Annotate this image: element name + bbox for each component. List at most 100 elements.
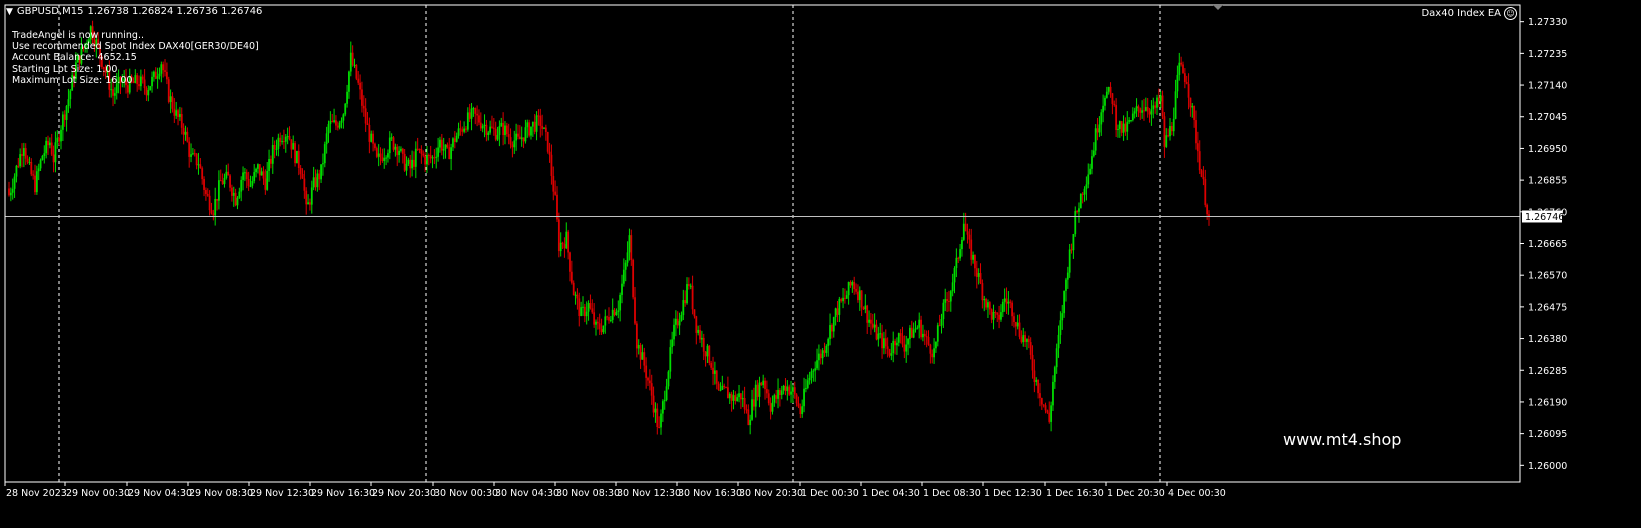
y-tick-label: 1.26665 xyxy=(1528,239,1567,250)
candle-body xyxy=(598,323,601,330)
chart-title: ▼ GBPUSD,M15 1.26738 1.26824 1.26736 1.2… xyxy=(6,6,262,17)
candle-body xyxy=(866,305,869,323)
candle-body xyxy=(355,64,358,79)
candle-body xyxy=(188,141,191,157)
candle-body xyxy=(1061,313,1064,321)
candle-body xyxy=(857,291,859,301)
candle-body xyxy=(574,294,577,296)
candle-body xyxy=(682,300,685,316)
candle-body xyxy=(561,242,564,245)
candle-body xyxy=(634,297,636,324)
x-tick-label: 1 Dec 04:30 xyxy=(862,488,920,499)
candle-body xyxy=(1189,97,1192,108)
candle-body xyxy=(847,281,850,296)
candle-body xyxy=(940,319,943,326)
candle-body xyxy=(260,171,263,176)
candle-body xyxy=(797,403,800,407)
x-tick-label: 29 Nov 04:30 xyxy=(128,488,192,499)
candle-body xyxy=(1026,339,1028,342)
candle-body xyxy=(877,333,880,340)
candle-body xyxy=(424,155,426,165)
candle-body xyxy=(257,164,259,169)
x-tick-label: 1 Dec 16:30 xyxy=(1046,488,1104,499)
candle-body xyxy=(639,345,642,360)
candle-body xyxy=(520,137,523,140)
y-tick-label: 1.27045 xyxy=(1528,112,1567,123)
chart-shift-marker-icon[interactable] xyxy=(1213,5,1223,10)
candle-body xyxy=(405,163,408,171)
candle-body xyxy=(208,195,211,211)
candle-body xyxy=(1128,120,1131,122)
candle-body xyxy=(288,136,291,140)
candle-body xyxy=(925,336,928,338)
candle-body xyxy=(262,171,265,179)
candle-body xyxy=(1174,91,1177,119)
candle-body xyxy=(684,300,687,304)
candle-body xyxy=(725,387,727,389)
y-tick-label: 1.26285 xyxy=(1528,366,1567,377)
candle-body xyxy=(604,316,607,326)
candle-body xyxy=(730,393,733,401)
smiley-icon: ☺ xyxy=(1504,7,1517,20)
candle-body xyxy=(656,408,659,428)
candle-body xyxy=(979,273,982,284)
candle-body xyxy=(769,403,772,412)
candle-body xyxy=(180,114,183,128)
candle-body xyxy=(444,144,447,149)
candle-body xyxy=(1046,410,1049,413)
candle-body xyxy=(994,312,997,314)
candle-body xyxy=(654,408,657,413)
candle-body xyxy=(559,242,562,252)
candle-body xyxy=(981,283,984,301)
candle-body xyxy=(823,350,826,353)
candle-body xyxy=(32,174,35,176)
candle-body xyxy=(977,273,980,277)
candle-body xyxy=(680,315,683,321)
candle-body xyxy=(702,337,705,352)
candle-body xyxy=(110,89,113,91)
candle-body xyxy=(860,290,863,308)
candle-body xyxy=(58,137,61,142)
candle-body xyxy=(1057,334,1060,349)
candle-body xyxy=(186,131,189,142)
candle-body xyxy=(370,133,373,142)
dropdown-triangle-icon[interactable]: ▼ xyxy=(6,7,13,17)
x-tick-label: 30 Nov 04:30 xyxy=(495,488,559,499)
candle-body xyxy=(1016,322,1019,327)
candle-body xyxy=(890,353,893,356)
candle-body xyxy=(245,172,248,180)
candle-body xyxy=(268,159,270,171)
candle-body xyxy=(637,345,640,349)
candle-body xyxy=(357,78,360,83)
candle-body xyxy=(465,128,467,130)
y-tick-label: 1.26000 xyxy=(1528,461,1567,472)
candle-body xyxy=(764,380,766,390)
candle-body xyxy=(621,283,623,295)
candle-body xyxy=(881,333,883,349)
expert-advisor-label[interactable]: Dax40 Index EA ☺ xyxy=(1421,7,1517,20)
candle-body xyxy=(401,148,404,154)
candle-body xyxy=(1011,302,1013,317)
candle-body xyxy=(896,342,898,346)
candle-body xyxy=(39,160,42,169)
symbol-label: GBPUSD,M15 xyxy=(16,6,84,17)
candle-body xyxy=(652,395,655,413)
candle-body xyxy=(786,386,789,392)
candle-body xyxy=(732,395,735,401)
candle-body xyxy=(19,154,22,167)
candle-body xyxy=(788,386,791,395)
candle-body xyxy=(361,89,363,106)
candle-body xyxy=(379,153,382,158)
candle-body xyxy=(284,136,287,142)
candle-body xyxy=(316,173,319,188)
candle-body xyxy=(751,399,753,420)
candle-body xyxy=(283,141,285,143)
candle-body xyxy=(723,385,726,388)
candle-body xyxy=(225,171,228,178)
candle-body xyxy=(219,180,222,182)
x-tick-label: 29 Nov 16:30 xyxy=(311,488,375,499)
candle-body xyxy=(676,318,679,326)
candle-body xyxy=(374,143,376,149)
candle-body xyxy=(669,347,672,372)
candle-body xyxy=(418,148,421,150)
